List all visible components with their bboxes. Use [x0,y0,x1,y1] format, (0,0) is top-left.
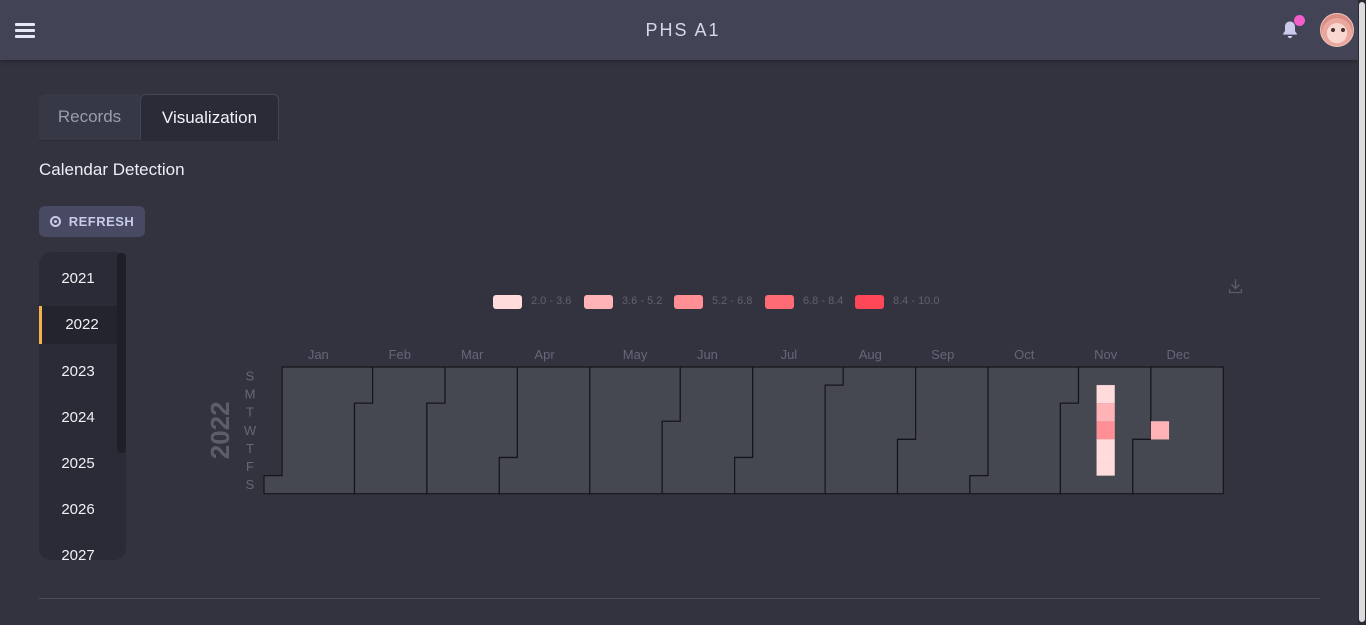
year-list-scrollbar[interactable] [117,253,126,453]
year-label: 2022 [205,401,235,459]
refresh-icon [49,216,61,227]
legend-label: 2.0 - 3.6 [531,295,572,307]
heatmap-cell [1096,402,1115,422]
app-title: PHS A1 [645,20,721,40]
weekday-label: S [246,477,255,492]
heatmap-cell [1096,457,1115,476]
legend-label: 5.2 - 6.8 [712,295,753,307]
tab-visualization[interactable]: Visualization [140,94,279,140]
heatmap-cell [1096,421,1115,440]
year-item-2024[interactable]: 2024 [39,399,117,437]
month-label: Feb [389,347,411,362]
refresh-button[interactable]: REFRESH [39,206,145,237]
download-icon[interactable] [1228,278,1243,294]
bottom-divider [39,598,1320,599]
month-label: Nov [1094,347,1118,362]
weekday-label: T [246,441,254,456]
calendar-heatmap: Jan Feb Mar Apr May Jun Jul Aug Sep Oct Nov DecSMTW… [205,347,1224,495]
year-item-2021[interactable]: 2021 [39,260,117,298]
section-title: Calendar Detection [39,160,185,179]
legend-swatch [855,295,884,309]
month-label: Apr [534,347,555,362]
month-label: May [623,347,648,362]
heatmap-cell [1096,439,1115,458]
year-item-2022[interactable]: 2022 [39,306,117,344]
month-label: Jan [308,347,329,362]
weekday-label: W [244,423,257,438]
month-label: Oct [1014,347,1035,362]
refresh-button-label: REFRESH [68,214,135,229]
month-label: Aug [859,347,882,362]
weekday-label: S [246,369,255,384]
tab-records[interactable]: Records [39,94,140,140]
month-label: Dec [1166,347,1190,362]
month-label: Jul [781,347,798,362]
legend-swatch [765,295,794,309]
notification-dot [1294,15,1305,26]
year-item-2025[interactable]: 2025 [39,445,117,483]
top-app-bar: PHS A1 [0,0,1358,60]
year-item-2026[interactable]: 2026 [39,491,117,529]
month-label: Jun [697,347,718,362]
year-list: 2021 2022 2023 2024 2025 2026 2027 [39,252,126,560]
year-item-2023[interactable]: 2023 [39,353,117,391]
legend-swatch [584,295,613,309]
weekday-label: T [246,405,254,420]
month-label: Sep [931,347,954,362]
legend-label: 8.4 - 10.0 [893,295,940,307]
legend-swatch [674,295,703,309]
weekday-label: F [246,459,254,474]
heatmap-cell [1150,421,1170,440]
month-label: Mar [461,347,484,362]
year-item-2027[interactable]: 2027 [39,537,117,560]
weekday-label: M [245,387,256,402]
legend-swatch [493,295,522,309]
avatar[interactable] [1320,13,1354,47]
page-scrollbar-thumb[interactable] [1359,2,1365,622]
legend-label: 3.6 - 5.2 [622,295,663,307]
tab-underline [39,140,279,141]
page-scrollbar-track[interactable] [1358,0,1366,625]
heatmap-cell [1096,384,1115,404]
legend-label: 6.8 - 8.4 [803,295,844,307]
